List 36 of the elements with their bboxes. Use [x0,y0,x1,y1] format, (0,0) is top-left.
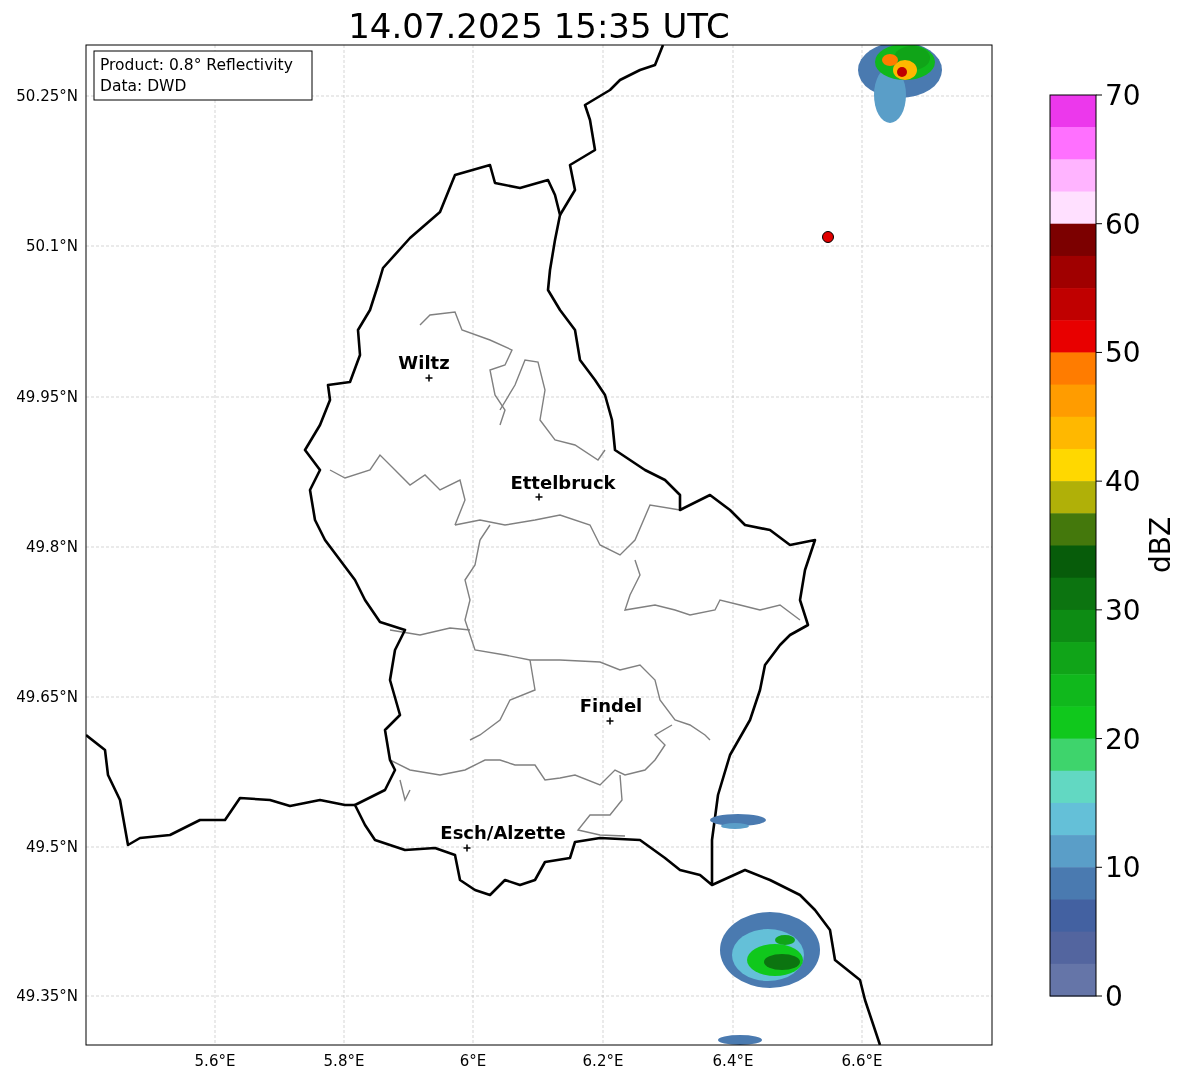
place-label: Wiltz [398,352,450,373]
radar-echo [710,814,766,829]
latitude-label: 49.65°N [16,688,78,706]
site-marker-icon [822,231,834,243]
info-text: Product: 0.8° Reflectivity [100,56,293,74]
colorbar-tick-label: 30 [1105,593,1141,627]
latitude-label: 50.25°N [16,87,78,105]
place-label: Findel [579,695,643,716]
colorbar-tick-label: 0 [1105,980,1123,1013]
city-marker-icon [424,373,434,383]
city-marker-icon [462,843,472,853]
latitude-label: 49.95°N [16,388,78,406]
longitude-label: 6°E [459,1052,487,1070]
place-label: Esch/Alzette [440,822,566,843]
city-marker-icon [534,492,544,502]
longitude-label: 6.2°E [582,1052,624,1070]
latitude-label: 49.35°N [16,987,78,1005]
colorbar-label: dBZ [1144,516,1177,574]
longitude-label: 6.4°E [712,1052,754,1070]
radar-echo [718,1035,762,1045]
city-marker-icon [605,716,615,726]
latitude-label: 49.8°N [25,538,78,556]
longitude-label: 5.8°E [323,1052,365,1070]
info-text: Data: DWD [100,77,187,95]
latitude-label: 49.5°N [25,838,78,856]
longitude-label: 6.6°E [841,1052,883,1070]
colorbar-tick-label: 40 [1105,465,1141,499]
colorbar-tick-label: 50 [1105,336,1141,370]
latitude-label: 50.1°N [25,237,78,255]
colorbar-tick-label: 20 [1105,722,1141,756]
colorbar-tick-label: 60 [1105,207,1141,241]
chart-title: 14.07.2025 15:35 UTC [348,6,730,46]
place-label: Ettelbruck [510,472,616,493]
colorbar-tick-label: 70 [1105,79,1141,112]
colorbar-tick-label: 10 [1105,851,1141,885]
longitude-label: 5.6°E [194,1052,236,1070]
